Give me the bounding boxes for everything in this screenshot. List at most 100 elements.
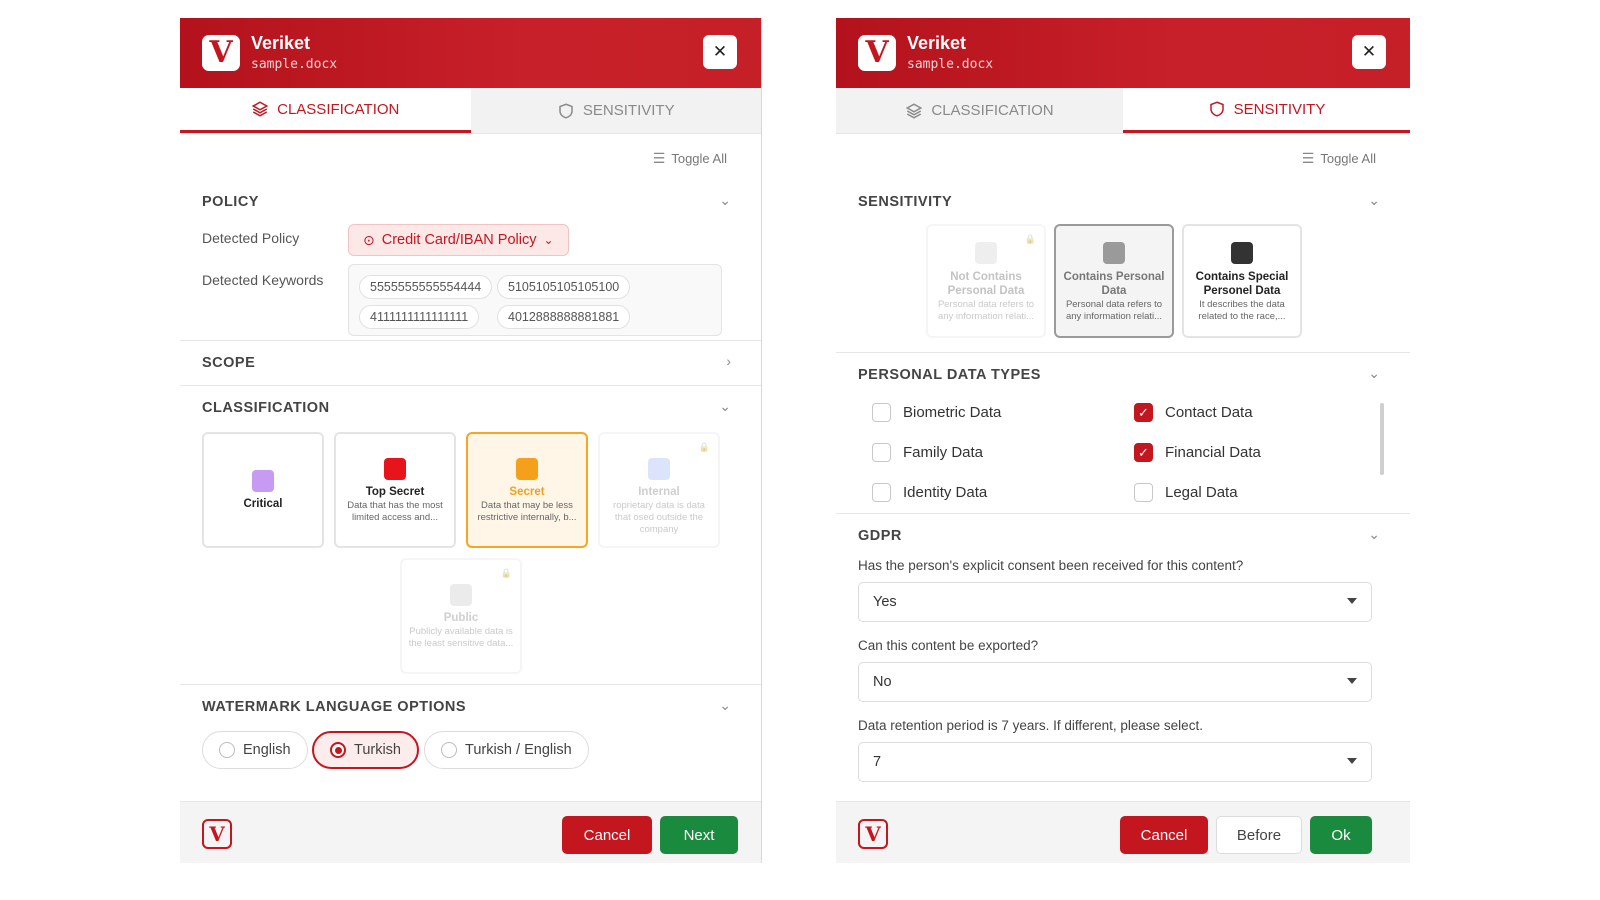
tab-label: SENSITIVITY: [1233, 100, 1326, 118]
dialog-header: V Veriket sample.docx ✕: [836, 18, 1410, 88]
sensitivity-cards: 🔒 Not Contains Personal Data Personal da…: [836, 224, 1410, 352]
tab-label: SENSITIVITY: [582, 102, 675, 119]
lock-icon: 🔒: [500, 568, 512, 578]
classification-section-header[interactable]: CLASSIFICATION ⌄: [180, 386, 761, 430]
toggle-all-label: Toggle All: [671, 151, 727, 166]
toggle-row: ☰ Toggle All: [180, 134, 761, 180]
select-value: No: [873, 674, 892, 690]
checkbox-financial-data[interactable]: ✓ Financial Data: [1134, 443, 1261, 462]
layers-icon: [906, 102, 923, 119]
card-name: Not Contains Personal Data: [947, 271, 1025, 297]
layers-icon: [251, 101, 269, 117]
watermark-options: English Turkish Turkish / English: [180, 729, 761, 779]
tab-sensitivity[interactable]: SENSITIVITY: [470, 88, 761, 133]
color-swatch: [1103, 242, 1125, 264]
checkbox-contact-data[interactable]: ✓ Contact Data: [1134, 403, 1253, 422]
retention-select[interactable]: 7: [858, 742, 1372, 782]
scope-section-header[interactable]: SCOPE ›: [180, 341, 761, 385]
gdpr-question-consent: Has the person's explicit consent been r…: [858, 558, 1244, 573]
card-name: Contains Special Personel Data: [1195, 271, 1289, 297]
sens-card-not-personal[interactable]: 🔒 Not Contains Personal Data Personal da…: [926, 224, 1046, 338]
sens-card-special-personal[interactable]: Contains Special Personel Data It descri…: [1182, 224, 1302, 338]
gdpr-section-header[interactable]: GDPR ⌄: [836, 514, 1410, 558]
dialog-header: V Veriket sample.docx ✕: [180, 18, 761, 88]
caret-down-icon: [1347, 758, 1357, 764]
gdpr-body: Has the person's explicit consent been r…: [836, 558, 1410, 798]
class-card-secret[interactable]: Secret Data that may be less restrictive…: [466, 432, 588, 548]
caret-down-icon: [1347, 598, 1357, 604]
lock-icon: 🔒: [1024, 234, 1036, 244]
keyword-chip: 4111111111111111: [359, 305, 480, 329]
color-swatch: [516, 458, 538, 480]
file-name: sample.docx: [907, 57, 994, 72]
export-select[interactable]: No: [858, 662, 1372, 702]
personal-data-section-header[interactable]: PERSONAL DATA TYPES ⌄: [836, 353, 1410, 397]
shield-icon: [1209, 101, 1224, 117]
tab-classification[interactable]: CLASSIFICATION: [180, 88, 471, 133]
dialog-footer: V Cancel Next: [180, 801, 761, 863]
card-desc: Personal data refers to any information …: [937, 299, 1035, 322]
checkbox-label: Identity Data: [903, 484, 988, 501]
checkbox-family-data[interactable]: Family Data: [872, 443, 983, 462]
chevron-down-icon: ⌄: [1368, 365, 1380, 381]
card-name: Public: [443, 612, 479, 624]
checkbox-icon: [872, 443, 891, 462]
class-card-critical[interactable]: Critical: [202, 432, 324, 548]
radio-english[interactable]: English: [202, 731, 308, 769]
veriket-logo: V: [858, 35, 896, 71]
classification-dialog: V Veriket sample.docx ✕ CLASSIFICATION S…: [180, 18, 762, 863]
gdpr-question-export: Can this content be exported?: [858, 638, 1039, 653]
checkbox-label: Contact Data: [1165, 404, 1253, 421]
next-button[interactable]: Next: [660, 816, 738, 854]
chevron-down-icon: ⌄: [719, 697, 731, 713]
cancel-button[interactable]: Cancel: [562, 816, 652, 854]
section-title: PERSONAL DATA TYPES: [858, 367, 1041, 383]
checkbox-icon: [872, 483, 891, 502]
checkmark-icon: ✓: [1134, 443, 1153, 462]
keywords-box: 5555555555554444 5105105105105100 411111…: [348, 264, 722, 336]
policy-section-header[interactable]: POLICY ⌄: [180, 180, 761, 224]
radio-turkish-english[interactable]: Turkish / English: [424, 731, 589, 769]
radio-circle-icon: [330, 742, 346, 758]
section-title: SCOPE: [202, 355, 256, 371]
card-name: Contains Personal Data: [1063, 271, 1165, 297]
scrollbar[interactable]: [1380, 403, 1384, 475]
tab-label: CLASSIFICATION: [277, 100, 400, 118]
checkbox-legal-data[interactable]: Legal Data: [1134, 483, 1238, 502]
radio-turkish[interactable]: Turkish: [312, 731, 419, 769]
cancel-button[interactable]: Cancel: [1120, 816, 1208, 854]
class-card-top-secret[interactable]: Top Secret Data that has the most limite…: [334, 432, 456, 548]
personal-data-list: Biometric Data ✓ Contact Data Family Dat…: [836, 397, 1410, 513]
close-button[interactable]: ✕: [703, 35, 737, 69]
checkbox-label: Biometric Data: [903, 404, 1002, 421]
radio-label: Turkish / English: [465, 742, 572, 758]
before-button[interactable]: Before: [1216, 816, 1302, 854]
tab-label: CLASSIFICATION: [931, 102, 1054, 119]
color-swatch: [252, 470, 274, 492]
checkbox-biometric-data[interactable]: Biometric Data: [872, 403, 1001, 422]
tab-sensitivity[interactable]: SENSITIVITY: [1123, 88, 1410, 133]
tab-classification[interactable]: CLASSIFICATION: [836, 88, 1123, 133]
close-button[interactable]: ✕: [1352, 35, 1386, 69]
list-icon: ☰: [1301, 150, 1315, 166]
toggle-all-button[interactable]: ☰ Toggle All: [653, 150, 727, 167]
chevron-down-icon: ⌄: [1368, 526, 1380, 542]
chevron-down-icon: ⌄: [719, 192, 731, 208]
select-value: Yes: [873, 594, 897, 610]
class-card-internal[interactable]: 🔒 Internal roprietary data is data that …: [598, 432, 720, 548]
card-desc: roprietary data is data that osed outsid…: [613, 500, 705, 535]
consent-select[interactable]: Yes: [858, 582, 1372, 622]
card-desc: It describes the data related to the rac…: [1198, 299, 1286, 322]
card-desc: Data that has the most limited access an…: [347, 500, 443, 523]
ok-button[interactable]: Ok: [1310, 816, 1372, 854]
checkbox-label: Family Data: [903, 444, 984, 461]
policy-dropdown[interactable]: ⊙ Credit Card/IBAN Policy ⌄: [348, 224, 569, 256]
alert-circle-icon: ⊙: [363, 231, 375, 248]
toggle-all-button[interactable]: ☰ Toggle All: [1302, 150, 1376, 167]
watermark-section-header[interactable]: WATERMARK LANGUAGE OPTIONS ⌄: [180, 685, 761, 729]
sensitivity-section-header[interactable]: SENSITIVITY ⌄: [836, 180, 1410, 224]
sens-card-personal[interactable]: Contains Personal Data Personal data ref…: [1054, 224, 1174, 338]
class-card-public[interactable]: 🔒 Public Publicly available data is the …: [400, 558, 522, 674]
checkbox-identity-data[interactable]: Identity Data: [872, 483, 987, 502]
color-swatch: [384, 458, 406, 480]
